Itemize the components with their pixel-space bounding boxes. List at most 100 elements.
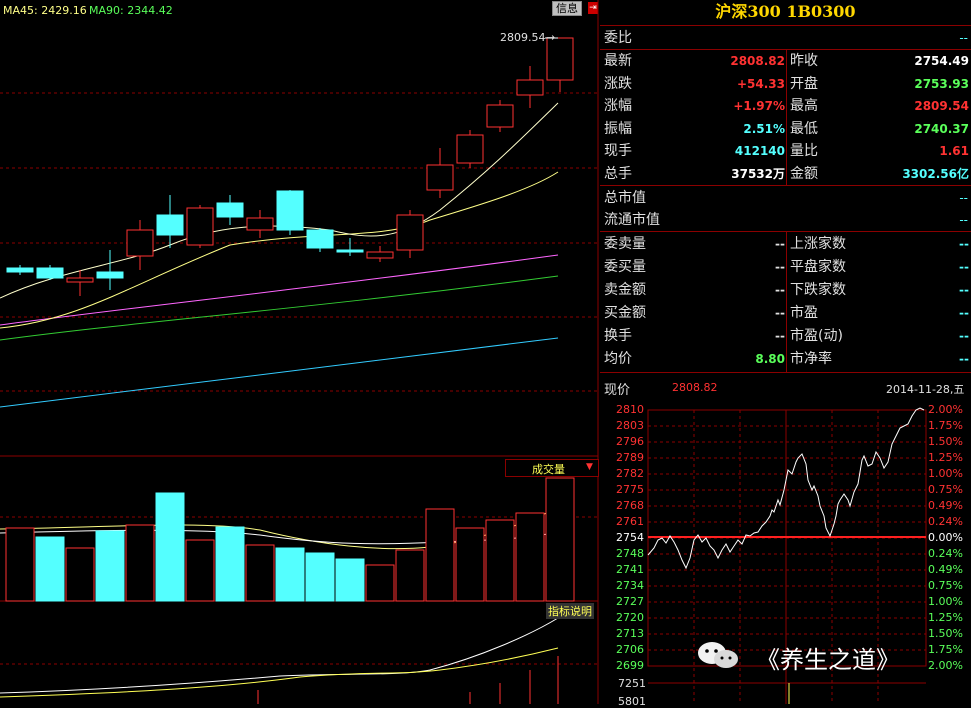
- volume-bar: [305, 552, 335, 602]
- weimai2-label: 委买量: [604, 259, 646, 275]
- zuixin-label: 最新: [604, 53, 632, 69]
- candle: [546, 37, 574, 81]
- intraday-price-tick: 2775: [616, 483, 644, 496]
- candle: [396, 214, 424, 251]
- intraday-pct-tick: 0.49%: [928, 563, 963, 576]
- intraday-pct-tick: 1.75%: [928, 419, 963, 432]
- intraday-pct-tick: 0.00%: [928, 531, 963, 544]
- zuigao-label: 最高: [790, 98, 818, 115]
- volume-bar: [395, 549, 425, 602]
- price-value: 2808.82: [672, 381, 718, 394]
- volume-bar: [455, 527, 485, 602]
- intraday-pct-tick: 0.49%: [928, 499, 963, 512]
- zuixin-value: 2808.82: [730, 54, 785, 68]
- xiadie-value: --: [959, 283, 969, 297]
- candle: [306, 229, 334, 249]
- intraday-price-tick: 2782: [616, 467, 644, 480]
- volume-label: 成交量: [532, 463, 565, 476]
- volume-bar: [485, 519, 515, 602]
- candle: [186, 207, 214, 246]
- zongshou-label: 总手: [604, 166, 632, 182]
- volume-bar: [335, 558, 365, 602]
- zongshizhi-label: 总市值: [604, 190, 646, 206]
- zuoshou-label: 昨收: [790, 53, 818, 69]
- intraday-price-tick: 2754: [616, 531, 644, 544]
- liutong-value: --: [959, 213, 968, 227]
- candle: [246, 217, 274, 231]
- zhenfu-value: 2.51%: [743, 121, 785, 136]
- wechat-watermark: 《养生之道》: [696, 638, 966, 674]
- candle: [6, 267, 34, 273]
- kline-chart: [0, 0, 599, 704]
- xiadie-label: 下跌家数: [790, 282, 846, 298]
- volume-bar: [215, 526, 245, 602]
- weimai2-value: --: [775, 260, 785, 274]
- zuoshou-value: 2754.49: [914, 54, 969, 68]
- huanshou-label: 换手: [604, 328, 632, 344]
- shangzhang-value: --: [959, 237, 969, 251]
- intraday-price-tick: 2768: [616, 499, 644, 512]
- volume-bar: [125, 524, 155, 602]
- volume-selector[interactable]: 成交量 ▼: [505, 459, 599, 477]
- kline-panel: MA45: 2429.16 MA90: 2344.42 信息 ⇥ 2809.54…: [0, 0, 600, 704]
- intraday-price-tick: 2741: [616, 563, 644, 576]
- zuidi-value: 2740.37: [914, 121, 969, 136]
- intraday-pct-tick: 1.50%: [928, 435, 963, 448]
- shiying-dong-label: 市盈(动): [790, 328, 843, 344]
- xianshou-value: 412140: [734, 144, 785, 159]
- intraday-price-tick: 2810: [616, 403, 644, 416]
- liutong-label: 流通市值: [604, 212, 660, 228]
- candle: [486, 104, 514, 128]
- candle: [456, 134, 484, 164]
- candle: [366, 251, 394, 259]
- zhangdie-label: 涨跌: [604, 75, 632, 92]
- jine-label: 金额: [790, 166, 818, 182]
- intraday-pct-tick: 1.25%: [928, 611, 963, 624]
- huanshou-value: --: [775, 329, 785, 343]
- intraday-price-tick: 2727: [616, 595, 644, 608]
- intraday-pct-tick: 1.25%: [928, 451, 963, 464]
- zhangfu-value: +1.97%: [733, 99, 785, 114]
- volume-bar: [425, 508, 455, 602]
- watermark-text: 《养生之道》: [756, 646, 900, 674]
- zuigao-value: 2809.54: [914, 99, 969, 114]
- maijine-label: 卖金额: [604, 282, 646, 298]
- zongshizhi-value: --: [959, 191, 968, 205]
- intraday-price-tick: 2789: [616, 451, 644, 464]
- mairu-label: 买金额: [604, 305, 646, 321]
- volume-bar: [65, 547, 95, 602]
- shiying-label: 市盈: [790, 305, 818, 321]
- intraday-price-tick: 2803: [616, 419, 644, 432]
- weibi-value: --: [959, 31, 968, 45]
- volume-bar: [185, 539, 215, 602]
- pingpan-value: --: [959, 260, 969, 274]
- volume-bar: [245, 544, 275, 602]
- pingpan-label: 平盘家数: [790, 259, 846, 275]
- volume-bar: [365, 564, 395, 602]
- quote-panel: 沪深300 1B0300 委比 -- 最新 2808.82 昨收 2754.49 涨跌 +…: [600, 0, 971, 708]
- candle: [126, 229, 154, 257]
- junjia-label: 均价: [604, 351, 632, 367]
- candle: [336, 249, 364, 253]
- liangbi-value: 1.61: [939, 144, 969, 159]
- intraday-price-tick: 2699: [616, 659, 644, 672]
- indicator-help-button[interactable]: 指标说明: [546, 603, 594, 619]
- zhangfu-label: 涨幅: [604, 98, 632, 115]
- intraday-price-tick: 2796: [616, 435, 644, 448]
- price-label: 现价: [604, 383, 631, 398]
- zuidi-label: 最低: [790, 120, 818, 137]
- weimailiang-label: 委卖量: [604, 236, 646, 252]
- shijinglv-value: --: [959, 352, 969, 366]
- volume-bar: [35, 536, 65, 602]
- candle: [216, 202, 244, 218]
- shiying-dong-value: --: [959, 329, 969, 343]
- intraday-pct-tick: 1.00%: [928, 595, 963, 608]
- intraday-price-tick: 2748: [616, 547, 644, 560]
- xianshou-label: 现手: [604, 143, 632, 160]
- candle: [96, 271, 124, 279]
- intraday-pct-tick: 2.00%: [928, 403, 963, 416]
- maijine-value: --: [775, 283, 785, 297]
- volume-bar: [545, 477, 575, 602]
- zhenfu-label: 振幅: [604, 120, 632, 137]
- intraday-vol-tick-1: 7251: [618, 677, 646, 690]
